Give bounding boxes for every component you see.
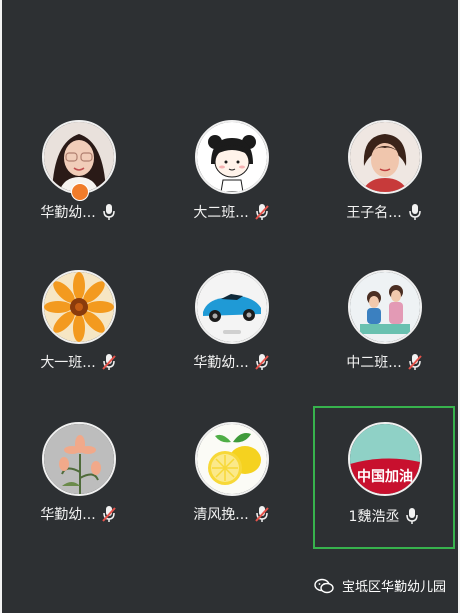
participant-name: 王子名... [346,205,402,221]
lemons-icon [197,424,267,494]
participant-avatar [348,120,422,194]
wechat-icon [314,578,334,593]
participant-name: 华勤幼... [193,355,249,371]
participant-tile[interactable]: 中二班... [314,270,454,410]
microphone-muted-icon[interactable] [101,353,116,371]
participant-avatar [195,270,269,344]
participant-name: 1魏浩丞 [348,509,400,525]
microphone-icon[interactable] [405,507,419,525]
microphone-icon[interactable] [102,203,116,221]
participant-tile[interactable]: 华勤幼... [8,422,148,562]
participant-avatar: 中国加油 [348,422,422,496]
participant-tile[interactable]: 华勤幼... [161,270,301,410]
microphone-muted-icon[interactable] [254,203,269,221]
participant-name: 华勤幼... [40,507,96,523]
participant-name-row: 清风挽... [161,504,301,524]
participant-tile[interactable]: 王子名... [314,120,454,260]
participant-name-row: 华勤幼... [8,504,148,524]
participant-name: 华勤幼... [40,205,96,221]
microphone-muted-icon[interactable] [407,353,422,371]
children-photo-icon [350,272,420,342]
participant-name: 大二班... [193,205,249,221]
avatar-banner-text: 中国加油 [357,468,413,485]
orange-flower-icon [44,272,114,342]
flower-painting-icon [44,424,114,494]
participant-name-row: 华勤幼... [161,352,301,372]
participant-name-row: 大一班... [8,352,148,372]
host-badge-icon [71,183,89,201]
woman-glasses-photo-icon [44,122,114,192]
participant-tile[interactable]: 大一班... [8,270,148,410]
participant-name: 中二班... [346,355,402,371]
participant-name-row: 1魏浩丞 [315,506,453,526]
participant-avatar [195,120,269,194]
participant-name: 大一班... [40,355,96,371]
participant-avatar [42,422,116,496]
blue-sports-car-icon [197,272,267,342]
participant-name: 清风挽... [193,507,249,523]
cartoon-girl-drawing-icon [197,122,267,192]
microphone-muted-icon[interactable] [101,505,116,523]
participant-tile[interactable]: 华勤幼... [8,120,148,260]
microphone-icon[interactable] [408,203,422,221]
participant-tile[interactable]: 清风挽... [161,422,301,562]
account-watermark: 宝坻区华勤幼儿园 [314,576,446,595]
participant-name-row: 大二班... [161,202,301,222]
microphone-muted-icon[interactable] [254,505,269,523]
woman-short-hair-photo-icon [350,122,420,192]
participant-name-row: 华勤幼... [8,202,148,222]
participant-name-row: 中二班... [314,352,454,372]
participant-tile[interactable]: 大二班... [161,120,301,260]
participant-avatar [195,422,269,496]
china-jiayou-banner-icon: 中国加油 [350,424,420,494]
microphone-muted-icon[interactable] [254,353,269,371]
participant-avatar [42,270,116,344]
participant-tile-speaking[interactable]: 中国加油 1魏浩丞 [313,406,455,549]
watermark-text: 宝坻区华勤幼儿园 [341,580,446,595]
participant-name-row: 王子名... [314,202,454,222]
participant-avatar [348,270,422,344]
